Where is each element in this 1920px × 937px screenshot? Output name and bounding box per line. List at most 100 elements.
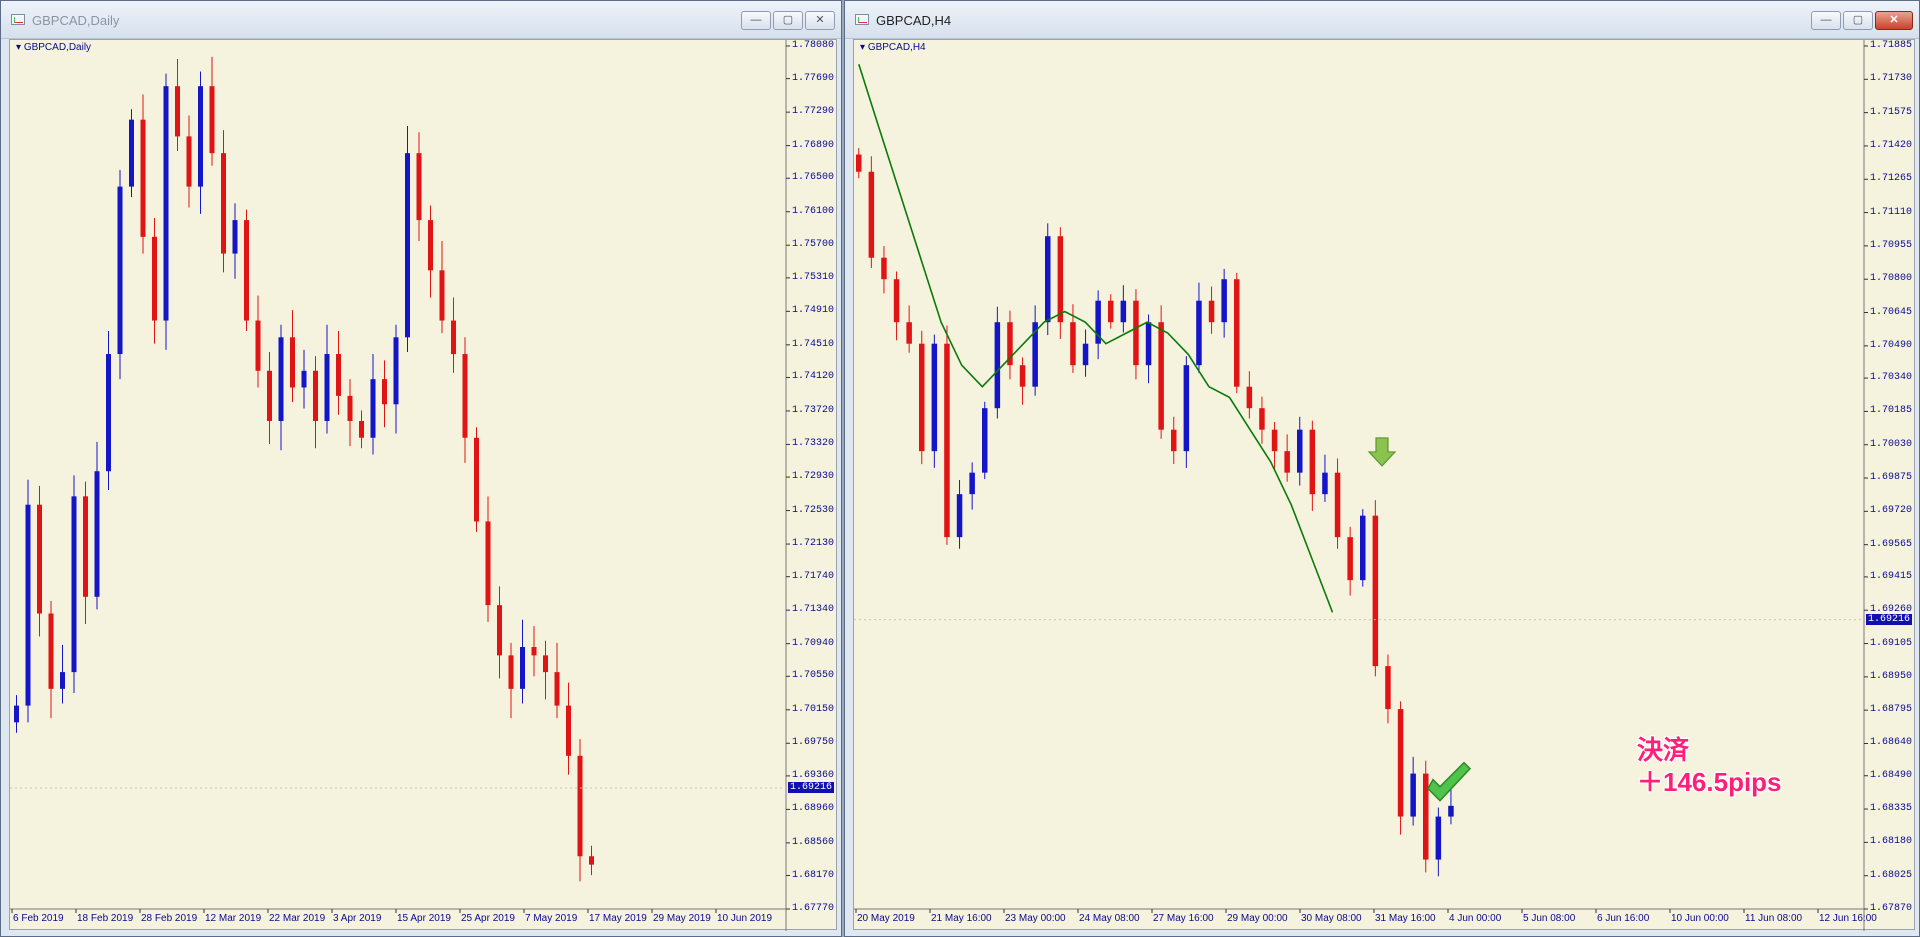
price-tick-label: 1.70955 bbox=[1870, 239, 1913, 251]
time-tick-label: 4 Jun 00:00 bbox=[1449, 913, 1502, 924]
price-tick-label: 1.71340 bbox=[792, 604, 835, 616]
price-tick-label: 1.68025 bbox=[1870, 869, 1913, 881]
price-tick-label: 1.70800 bbox=[1870, 273, 1913, 285]
candle-body bbox=[1234, 279, 1240, 387]
candle-body bbox=[1183, 365, 1190, 452]
candle-body bbox=[566, 705, 571, 756]
time-tick-label: 23 May 00:00 bbox=[1005, 913, 1066, 924]
price-chart[interactable]: ▾ GBPCAD,Daily 1.78080 1.77690 1.77290 1.76… bbox=[9, 39, 837, 931]
price-tick-label: 1.71575 bbox=[1870, 106, 1913, 118]
window-titlebar[interactable]: GBPCAD,H4 — ▢ ✕ bbox=[845, 1, 1919, 39]
window-titlebar[interactable]: GBPCAD,Daily — ▢ ✕ bbox=[1, 1, 841, 39]
time-tick-label: 3 Apr 2019 bbox=[333, 913, 382, 924]
price-tick-label: 1.78080 bbox=[792, 40, 835, 51]
price-tick-label: 1.74510 bbox=[792, 338, 835, 350]
collapse-arrow-icon[interactable]: ▾ bbox=[16, 42, 21, 53]
candle-body bbox=[893, 279, 900, 323]
candle-body bbox=[474, 437, 479, 522]
candle-body bbox=[1057, 236, 1064, 323]
candle-body bbox=[969, 472, 975, 495]
time-tick-label: 24 May 08:00 bbox=[1079, 913, 1140, 924]
time-tick-label: 22 Mar 2019 bbox=[269, 913, 326, 924]
time-tick-label: 27 May 16:00 bbox=[1153, 913, 1214, 924]
candle-body bbox=[152, 236, 157, 321]
candle-body bbox=[543, 655, 548, 673]
candle-body bbox=[336, 354, 341, 396]
check-mark-icon bbox=[1427, 761, 1472, 802]
time-tick-label: 28 Feb 2019 bbox=[141, 913, 198, 924]
price-tick-label: 1.68170 bbox=[792, 869, 835, 881]
candle-body bbox=[359, 420, 364, 438]
candle-body bbox=[1019, 365, 1026, 387]
price-tick-label: 1.75310 bbox=[792, 271, 835, 283]
price-tick-label: 1.74910 bbox=[792, 305, 835, 317]
price-tick-label: 1.70550 bbox=[792, 670, 835, 682]
price-tick-label: 1.68640 bbox=[1870, 737, 1913, 749]
price-tick-label: 1.68795 bbox=[1870, 704, 1913, 716]
candle-body bbox=[439, 270, 445, 321]
price-tick-label: 1.71110 bbox=[1870, 206, 1913, 218]
price-chart[interactable]: ▾ GBPCAD,H4 決済 ＋146.5pips 1.71885 1.71730… bbox=[853, 39, 1915, 931]
candle-body bbox=[508, 655, 514, 689]
close-button[interactable]: ✕ bbox=[1875, 11, 1913, 30]
candlestick-chart bbox=[10, 40, 790, 931]
candle-body bbox=[1435, 816, 1442, 860]
symbol-text: GBPCAD,H4 bbox=[867, 42, 926, 53]
candle-body bbox=[416, 153, 422, 221]
maximize-button[interactable]: ▢ bbox=[1843, 11, 1873, 30]
price-tick-label: 1.72930 bbox=[792, 471, 835, 483]
candle-body bbox=[267, 370, 272, 421]
window-title: GBPCAD,H4 bbox=[876, 13, 952, 28]
price-tick-label: 1.70490 bbox=[1870, 339, 1913, 351]
candle-body bbox=[1372, 515, 1379, 667]
candle-body bbox=[1259, 408, 1265, 430]
price-tick-label: 1.73720 bbox=[792, 404, 835, 416]
candle-body bbox=[931, 343, 938, 452]
candle-body bbox=[163, 86, 169, 321]
current-price-badge: 1.69216 bbox=[788, 781, 835, 793]
candle-body bbox=[117, 186, 123, 355]
candle-body bbox=[1322, 472, 1328, 495]
candle-body bbox=[221, 153, 226, 254]
close-button[interactable]: ✕ bbox=[805, 11, 835, 30]
chart-window-h4[interactable]: GBPCAD,H4 — ▢ ✕ ▾ GBPCAD,H4 決済 ＋146.5pip… bbox=[844, 0, 1920, 937]
candle-body bbox=[520, 647, 525, 689]
candle-body bbox=[405, 153, 410, 338]
time-tick-label: 29 May 2019 bbox=[653, 913, 711, 924]
candle-body bbox=[14, 705, 19, 723]
candle-body bbox=[868, 171, 875, 258]
time-tick-label: 17 May 2019 bbox=[589, 913, 647, 924]
price-tick-label: 1.76100 bbox=[792, 205, 835, 217]
candle-body bbox=[1410, 773, 1416, 817]
candle-body bbox=[1133, 300, 1139, 366]
chart-icon bbox=[11, 14, 25, 25]
minimize-button[interactable]: — bbox=[1811, 11, 1841, 30]
candle-body bbox=[83, 496, 88, 597]
collapse-arrow-icon[interactable]: ▾ bbox=[860, 42, 865, 53]
maximize-button[interactable]: ▢ bbox=[773, 11, 803, 30]
candle-body bbox=[1145, 322, 1152, 366]
candle-body bbox=[71, 496, 77, 673]
price-tick-label: 1.67770 bbox=[792, 903, 835, 914]
candle-body bbox=[301, 370, 307, 388]
candle-body bbox=[324, 354, 330, 421]
price-tick-label: 1.71885 bbox=[1870, 40, 1913, 51]
candle-body bbox=[856, 154, 862, 172]
price-tick-label: 1.76500 bbox=[792, 172, 835, 184]
candle-body bbox=[382, 379, 387, 405]
chart-icon bbox=[855, 14, 869, 25]
time-tick-label: 20 May 2019 bbox=[857, 913, 915, 924]
price-tick-label: 1.68950 bbox=[1870, 670, 1913, 682]
price-tick-label: 1.70645 bbox=[1870, 306, 1913, 318]
price-tick-label: 1.72530 bbox=[792, 504, 835, 516]
time-tick-label: 21 May 16:00 bbox=[931, 913, 992, 924]
candle-body bbox=[1448, 805, 1454, 817]
candle-body bbox=[1297, 429, 1303, 473]
candle-body bbox=[1347, 537, 1353, 581]
price-tick-label: 1.69415 bbox=[1870, 570, 1913, 582]
time-tick-label: 25 Apr 2019 bbox=[461, 913, 515, 924]
candle-body bbox=[129, 119, 134, 187]
price-tick-label: 1.69720 bbox=[1870, 505, 1913, 517]
chart-window-daily[interactable]: GBPCAD,Daily — ▢ ✕ ▾ GBPCAD,Daily 1.7808… bbox=[0, 0, 842, 937]
minimize-button[interactable]: — bbox=[741, 11, 771, 30]
